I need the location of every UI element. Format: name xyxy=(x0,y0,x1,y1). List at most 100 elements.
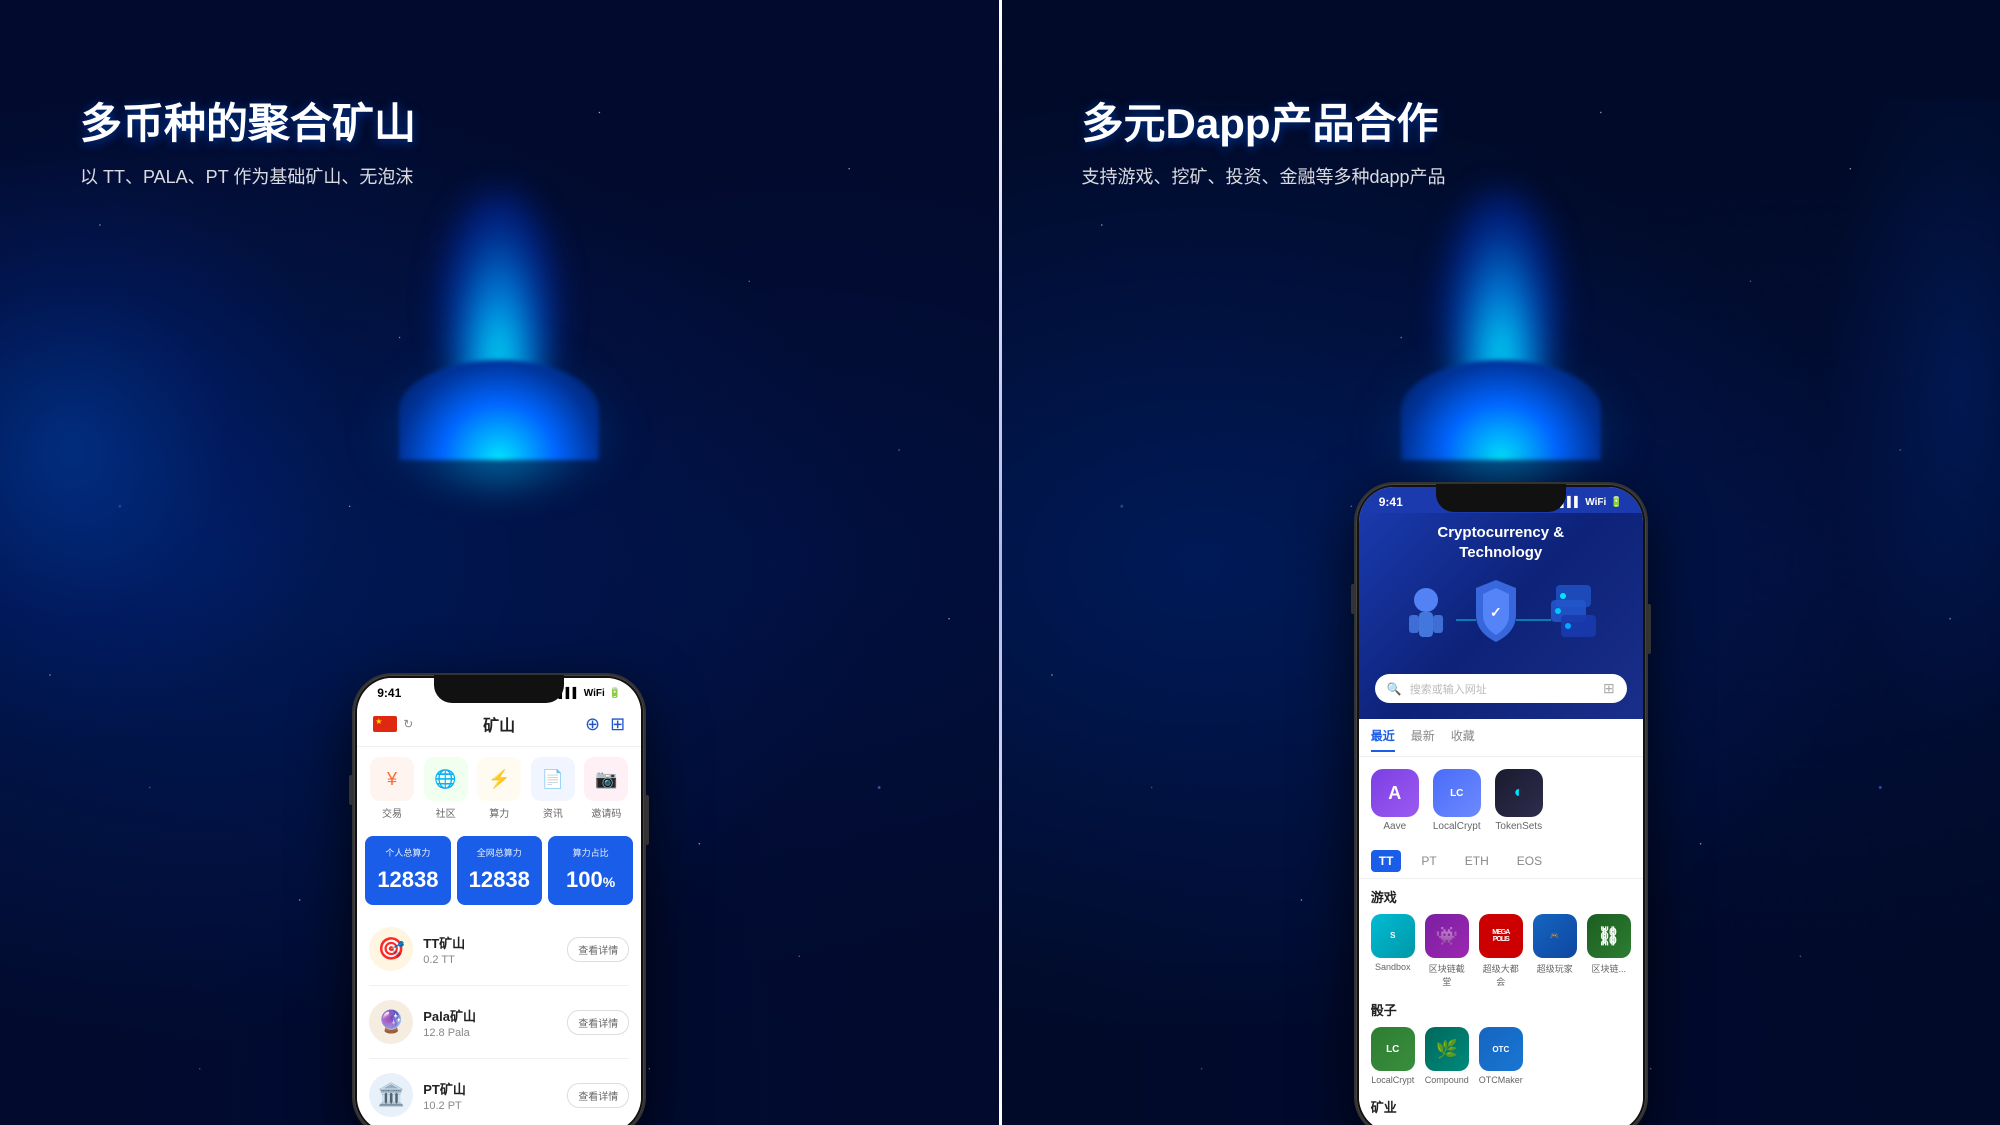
tab-latest[interactable]: 最新 xyxy=(1411,727,1435,752)
dapp-illustration: ✓ xyxy=(1375,570,1627,670)
left-main-title: 多币种的聚合矿山 xyxy=(80,90,919,151)
invite-icon: 📷 xyxy=(584,757,628,801)
stat-ratio: 算力占比 100% xyxy=(548,836,633,905)
nav-item-power[interactable]: ⚡ 算力 xyxy=(477,757,521,820)
category-mining: 矿业 xyxy=(1371,1097,1631,1116)
sandbox-icon: S xyxy=(1371,914,1415,958)
pt-info: PT矿山 10.2 PT xyxy=(423,1079,567,1112)
search-placeholder: 搜索或输入网址 xyxy=(1410,681,1595,697)
tab-row: 最近 最新 收藏 xyxy=(1359,719,1643,757)
game-supergamer[interactable]: 🎮 超级玩家 xyxy=(1533,914,1577,988)
tt-name: TT矿山 xyxy=(423,933,567,952)
right-wifi-icon: WiFi xyxy=(1585,497,1606,508)
game-metropolis[interactable]: MEGA POLIS 超级大都会 xyxy=(1479,914,1523,988)
chain-tab-eos[interactable]: EOS xyxy=(1509,850,1550,872)
side-btn-left xyxy=(349,775,353,805)
right-phone-frame: 9:41 ▌▌▌ WiFi 🔋 Cryptocurrency & Technol… xyxy=(1356,484,1646,1125)
dice-otcmaker[interactable]: OTC OTCMaker xyxy=(1479,1027,1523,1085)
right-status-time: 9:41 xyxy=(1379,495,1403,509)
sandbox-label: Sandbox xyxy=(1375,962,1411,972)
left-phone-frame: 9:41 ▌▌▌ WiFi 🔋 ↻ 矿山 ⊕ xyxy=(354,675,644,1125)
dapp-categories: 游戏 S Sandbox 👾 区块链截堂 xyxy=(1359,879,1643,1125)
nav-item-trade[interactable]: ¥ 交易 xyxy=(370,757,414,820)
left-status-time: 9:41 xyxy=(377,686,401,700)
chain-tab-tt[interactable]: TT xyxy=(1371,850,1402,872)
planet-glow-right xyxy=(1351,160,1651,460)
stat-ratio-value: 100% xyxy=(554,867,627,893)
right-panel: 多元Dapp产品合作 支持游戏、挖矿、投资、金融等多种dapp产品 9:41 ▌… xyxy=(1002,0,2000,1125)
nav-item-community[interactable]: 🌐 社区 xyxy=(424,757,468,820)
nav-icons-row: ¥ 交易 🌐 社区 ⚡ 算力 xyxy=(357,747,641,828)
game-blockchain2[interactable]: ⛓ 区块链... xyxy=(1587,914,1631,988)
right-side-btn-left xyxy=(1351,584,1355,614)
dice-localcrypt[interactable]: LC LocalCrypt xyxy=(1371,1027,1415,1085)
mining-item-pala: 🔮 Pala矿山 12.8 Pala 查看详情 xyxy=(369,986,629,1059)
stat-network: 全网总算力 12838 xyxy=(457,836,542,905)
pala-icon: 🔮 xyxy=(369,1000,413,1044)
pala-name: Pala矿山 xyxy=(423,1006,567,1025)
app-header-icons: ⊕ ⊞ xyxy=(585,714,625,735)
power-icon: ⚡ xyxy=(477,757,521,801)
left-status-icons: ▌▌▌ WiFi 🔋 xyxy=(559,688,622,699)
dapp-header-title: Cryptocurrency & Technology xyxy=(1375,523,1627,562)
crypto-illustration: ✓ xyxy=(1381,570,1621,670)
dapp-header: Cryptocurrency & Technology xyxy=(1359,513,1643,719)
nav-label-news: 资讯 xyxy=(543,805,563,820)
nav-item-news[interactable]: 📄 资讯 xyxy=(531,757,575,820)
right-side-btn-right xyxy=(1647,604,1651,654)
qr-icon[interactable]: ⊞ xyxy=(610,714,625,735)
blockchain2-icon: ⛓ xyxy=(1587,914,1631,958)
side-btn-right xyxy=(645,795,649,845)
right-battery-icon: 🔋 xyxy=(1610,497,1622,508)
refresh-icon[interactable]: ↻ xyxy=(403,717,413,731)
tt-icon: 🎯 xyxy=(369,927,413,971)
aave-label: Aave xyxy=(1383,821,1406,832)
left-app-header: ↻ 矿山 ⊕ ⊞ xyxy=(357,704,641,747)
planet-glow-left xyxy=(349,160,649,460)
dice-compound[interactable]: 🌿 Compound xyxy=(1425,1027,1469,1085)
expand-icon: ⊞ xyxy=(1603,680,1615,697)
localcrypt-icon: LC xyxy=(1433,769,1481,817)
dice-otcmaker-label: OTCMaker xyxy=(1479,1075,1523,1085)
tt-info: TT矿山 0.2 TT xyxy=(423,933,567,966)
tokensets-label: TokenSets xyxy=(1495,821,1542,832)
left-phone-container: 9:41 ▌▌▌ WiFi 🔋 ↻ 矿山 ⊕ xyxy=(354,675,644,1125)
planet-core-right xyxy=(1401,360,1601,460)
nav-item-invite[interactable]: 📷 邀请码 xyxy=(584,757,628,820)
vertical-divider xyxy=(999,0,1002,1125)
games-row: S Sandbox 👾 区块链截堂 MEGA xyxy=(1371,914,1631,988)
flag-icon xyxy=(373,716,397,732)
left-notch xyxy=(434,675,564,703)
chain-tab-eth[interactable]: ETH xyxy=(1457,850,1497,872)
category-games: 游戏 xyxy=(1371,887,1631,906)
recent-app-aave[interactable]: A Aave xyxy=(1371,769,1419,832)
stat-personal-value: 12838 xyxy=(371,867,444,893)
tab-recent[interactable]: 最近 xyxy=(1371,727,1395,752)
game-blockchain[interactable]: 👾 区块链截堂 xyxy=(1425,914,1469,988)
pala-detail-btn[interactable]: 查看详情 xyxy=(567,1010,629,1035)
pt-amount: 10.2 PT xyxy=(423,1100,567,1112)
game-sandbox[interactable]: S Sandbox xyxy=(1371,914,1415,988)
wallet-icon[interactable]: ⊕ xyxy=(585,714,600,735)
tt-detail-btn[interactable]: 查看详情 xyxy=(567,937,629,962)
chain-tab-pt[interactable]: PT xyxy=(1413,850,1444,872)
mining-list: 🎯 TT矿山 0.2 TT 查看详情 🔮 Pala矿山 xyxy=(357,913,641,1125)
right-phone-container: 9:41 ▌▌▌ WiFi 🔋 Cryptocurrency & Technol… xyxy=(1356,484,1646,1125)
dice-otcmaker-icon: OTC xyxy=(1479,1027,1523,1071)
blockchain-label: 区块链截堂 xyxy=(1425,962,1469,988)
category-dice: 骰子 xyxy=(1371,1000,1631,1019)
tab-favorites[interactable]: 收藏 xyxy=(1451,727,1475,752)
search-bar[interactable]: 🔍 搜索或输入网址 ⊞ xyxy=(1375,674,1627,703)
right-notch xyxy=(1436,484,1566,512)
tt-amount: 0.2 TT xyxy=(423,954,567,966)
recent-app-tokensets[interactable]: ◐ TokenSets xyxy=(1495,769,1543,832)
right-phone-inner: 9:41 ▌▌▌ WiFi 🔋 Cryptocurrency & Technol… xyxy=(1359,487,1643,1125)
metropolis-icon: MEGA POLIS xyxy=(1479,914,1523,958)
dice-localcrypt-label: LocalCrypt xyxy=(1371,1075,1414,1085)
recent-apps-row: A Aave LC LocalCrypt ◐ Toke xyxy=(1359,757,1643,838)
stats-row: 个人总算力 12838 全网总算力 12838 算力占比 100% xyxy=(357,836,641,905)
recent-app-localcrypt[interactable]: LC LocalCrypt xyxy=(1433,769,1481,832)
battery-icon: 🔋 xyxy=(609,688,621,699)
right-main-title: 多元Dapp产品合作 xyxy=(1082,90,1921,151)
pt-detail-btn[interactable]: 查看详情 xyxy=(567,1083,629,1108)
